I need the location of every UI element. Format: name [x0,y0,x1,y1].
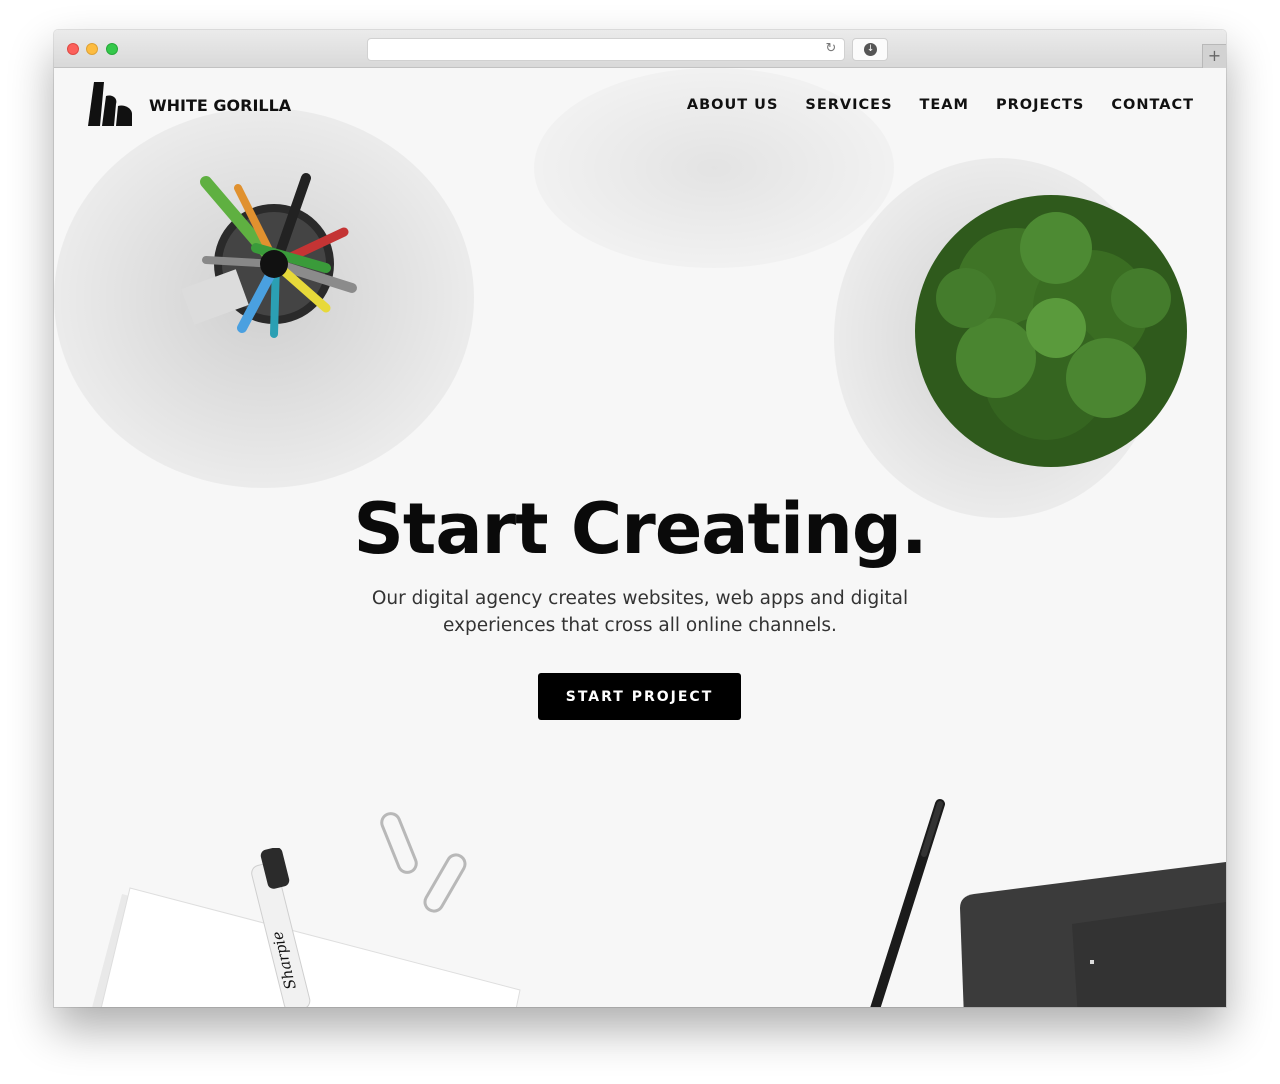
start-project-button[interactable]: START PROJECT [538,673,741,720]
browser-titlebar: ↻ ↓ + [54,30,1226,68]
address-bar[interactable]: ↻ [367,38,845,61]
main-nav: ABOUT US SERVICES TEAM PROJECTS CONTACT [687,97,1194,113]
marker-image: Sharpie [251,848,311,1007]
pen-holder-image [181,173,357,338]
nav-projects[interactable]: PROJECTS [996,97,1084,113]
download-icon: ↓ [864,43,877,56]
website-page: WHITE GORILLA ABOUT US SERVICES TEAM PRO… [54,68,1226,1007]
nav-team[interactable]: TEAM [920,97,969,113]
close-window-button[interactable] [67,43,79,55]
downloads-button[interactable]: ↓ [852,38,888,61]
paperclips-image [380,812,467,913]
brand-name[interactable]: WHITE GORILLA [149,96,291,115]
hero-subtitle: Our digital agency creates websites, web… [371,588,909,636]
nav-contact[interactable]: CONTACT [1111,97,1194,113]
minimize-window-button[interactable] [86,43,98,55]
reload-icon[interactable]: ↻ [823,41,839,57]
zoom-window-button[interactable] [106,43,118,55]
stylus-pen-image [870,799,945,1007]
hero-title: Start Creating. [353,488,927,570]
white-gorilla-logo-icon[interactable] [88,80,134,128]
new-tab-button[interactable]: + [1202,44,1226,68]
nav-about-us[interactable]: ABOUT US [687,97,779,113]
nav-services[interactable]: SERVICES [805,97,892,113]
browser-window: ↻ ↓ + WHITE GORILLA ABOUT US SERVICES TE… [54,30,1226,1007]
potted-plant-image [915,195,1187,467]
drawing-tablet-image [960,862,1226,1007]
